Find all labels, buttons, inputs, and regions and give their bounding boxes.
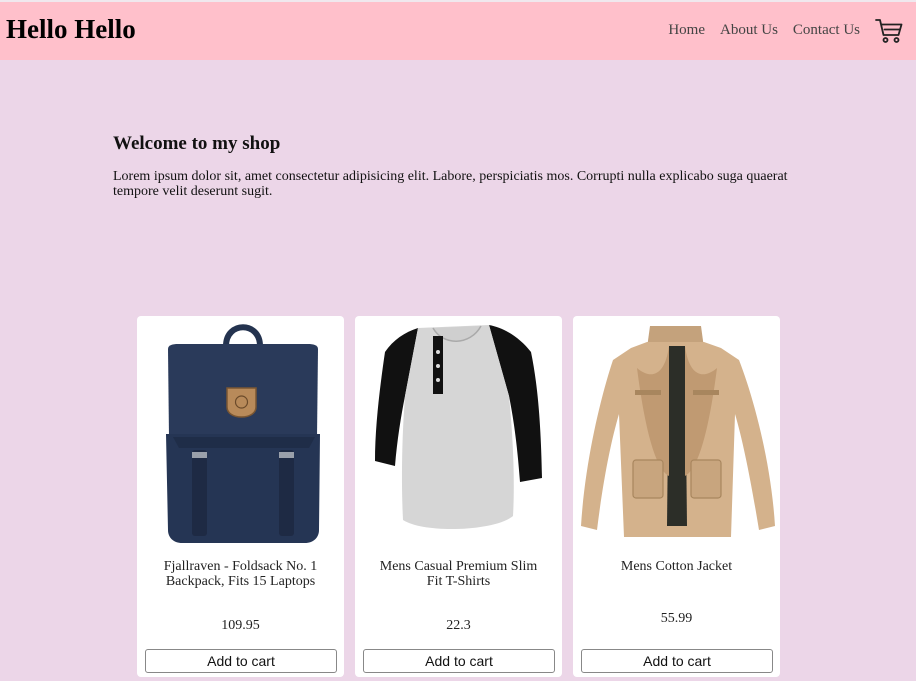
add-to-cart-button[interactable]: Add to cart xyxy=(145,649,337,673)
welcome-section: Welcome to my shop Lorem ipsum dolor sit… xyxy=(113,133,793,199)
backpack-image[interactable] xyxy=(137,316,344,548)
main-nav: Home About Us Contact Us xyxy=(668,22,860,39)
product-card: Mens Cotton Jacket 55.99 Add to cart xyxy=(573,316,780,677)
tshirt-image[interactable] xyxy=(355,316,562,548)
product-title: Mens Casual Premium Slim Fit T-Shirts xyxy=(379,559,538,589)
nav-about-link[interactable]: About Us xyxy=(720,22,778,39)
brand-title: Hello Hello xyxy=(6,14,136,44)
nav-contact-link[interactable]: Contact Us xyxy=(793,22,860,39)
product-price: 109.95 xyxy=(221,618,260,633)
shopping-cart-icon[interactable] xyxy=(875,18,903,44)
product-title: Mens Cotton Jacket xyxy=(620,559,733,574)
add-to-cart-button[interactable]: Add to cart xyxy=(581,649,773,673)
product-price: 22.3 xyxy=(446,618,471,633)
product-card: Fjallraven - Foldsack No. 1 Backpack, Fi… xyxy=(137,316,344,677)
add-to-cart-button[interactable]: Add to cart xyxy=(363,649,555,673)
welcome-text: Lorem ipsum dolor sit, amet consectetur … xyxy=(113,169,788,199)
nav-home-link[interactable]: Home xyxy=(668,22,705,39)
product-title: Fjallraven - Foldsack No. 1 Backpack, Fi… xyxy=(163,559,318,589)
site-header: Hello Hello Home About Us Contact Us xyxy=(0,0,916,60)
product-grid: Fjallraven - Foldsack No. 1 Backpack, Fi… xyxy=(137,316,780,677)
welcome-heading: Welcome to my shop xyxy=(113,133,281,154)
product-card: Mens Casual Premium Slim Fit T-Shirts 22… xyxy=(355,316,562,677)
product-price: 55.99 xyxy=(660,611,693,626)
jacket-image[interactable] xyxy=(573,316,780,548)
